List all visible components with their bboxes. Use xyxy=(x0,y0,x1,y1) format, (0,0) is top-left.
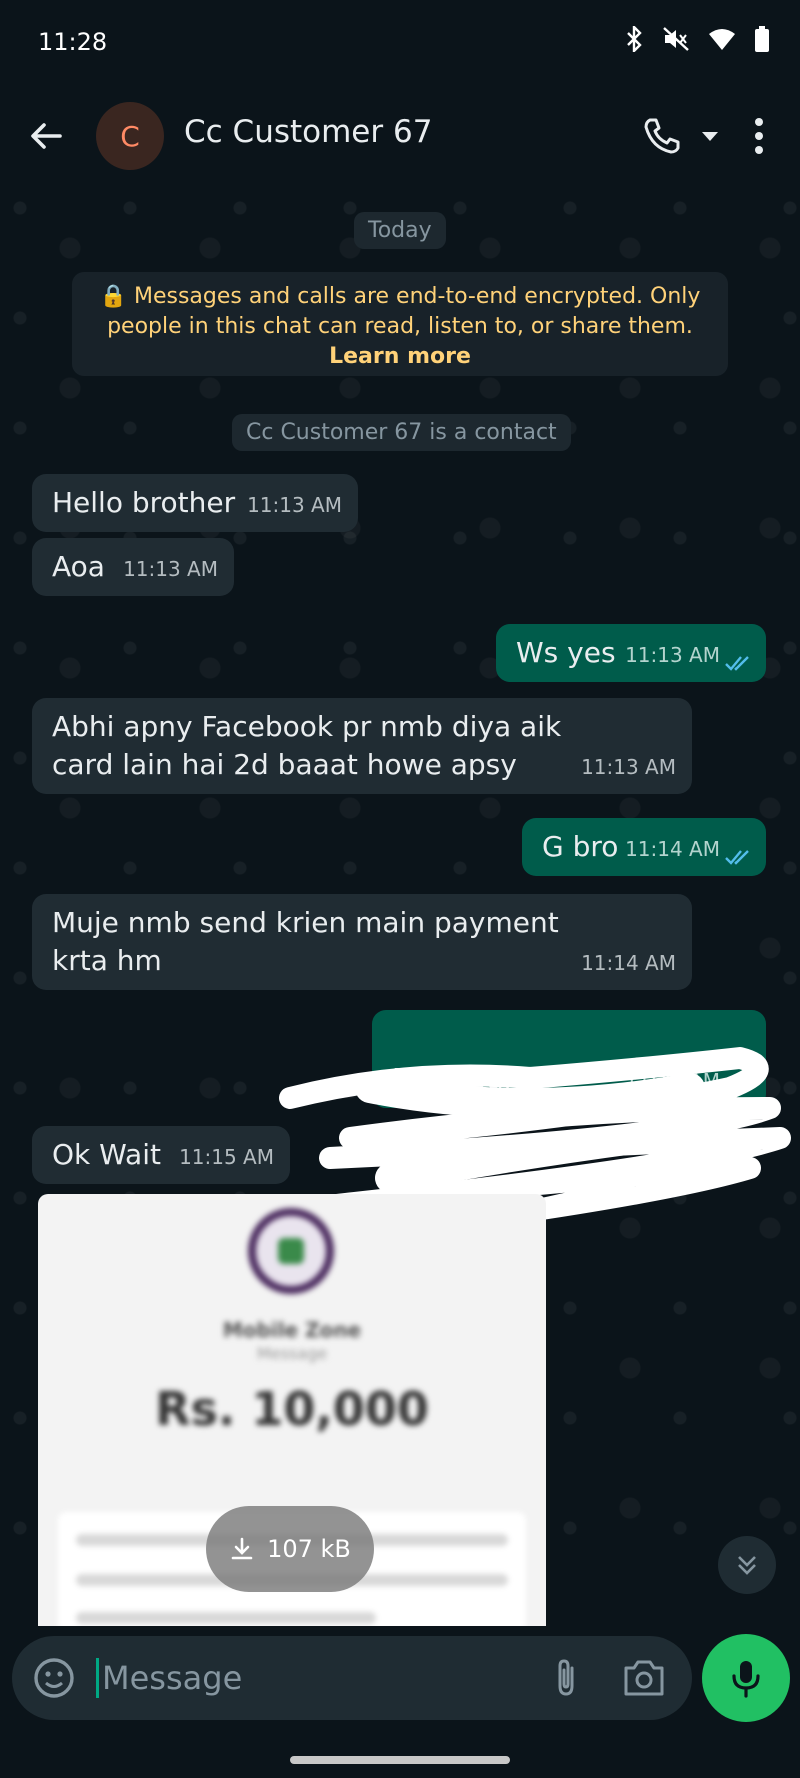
message-time: 11:13 AM xyxy=(123,557,218,581)
message-time: 11:13 AM xyxy=(581,755,676,779)
download-icon xyxy=(231,1537,253,1560)
paperclip-icon[interactable] xyxy=(544,1656,588,1700)
double-chevron-down-icon xyxy=(738,1556,756,1575)
message-bubble[interactable]: Ws yes 11:13 AM xyxy=(496,624,766,682)
double-check-icon xyxy=(725,850,749,865)
mic-button[interactable] xyxy=(702,1634,790,1722)
composer[interactable] xyxy=(12,1636,692,1720)
message-text: Aoa xyxy=(52,550,105,583)
message-text: Ok Wait xyxy=(52,1138,161,1171)
encryption-notice[interactable]: 🔒 Messages and calls are end-to-end encr… xyxy=(72,272,728,376)
shop-logo xyxy=(248,1208,334,1294)
input-bar xyxy=(0,1628,800,1778)
contact-name[interactable]: Cc Customer 67 xyxy=(184,114,432,150)
message-text: Abhi apny Facebook pr nmb diya aik card … xyxy=(52,710,562,781)
message-bubble[interactable]: G bro 11:14 AM xyxy=(522,818,766,876)
message-bubble[interactable]: Muje nmb send krien main payment krta hm… xyxy=(32,894,692,990)
shop-subtitle: Message xyxy=(256,1344,328,1363)
encryption-text: Messages and calls are end-to-end encryp… xyxy=(107,284,701,339)
back-arrow-icon[interactable] xyxy=(26,116,66,156)
avatar[interactable]: C xyxy=(96,102,164,170)
message-time: 11:14 AM xyxy=(581,951,676,975)
chevron-down-icon[interactable] xyxy=(696,122,724,150)
chat-header: C Cc Customer 67 xyxy=(0,92,800,188)
message-bubble[interactable]: Hello brother 11:13 AM xyxy=(32,474,358,532)
mute-icon xyxy=(663,27,689,51)
message-bubble[interactable]: Abhi apny Facebook pr nmb diya aik card … xyxy=(32,698,692,794)
learn-more-link[interactable]: Learn more xyxy=(90,342,710,372)
status-icons xyxy=(624,26,770,52)
more-vert-icon[interactable] xyxy=(748,114,770,158)
lock-icon: 🔒 xyxy=(99,284,127,309)
message-bubble[interactable]: Aoa 11:13 AM xyxy=(32,538,234,596)
status-bar: 11:28 xyxy=(0,0,800,92)
battery-icon xyxy=(755,26,769,52)
mic-icon xyxy=(732,1661,760,1698)
message-time: 11:13 AM xyxy=(625,643,720,667)
message-time: 11:15 AM xyxy=(179,1145,274,1169)
phone-icon[interactable] xyxy=(640,114,684,158)
message-text: Ws yes xyxy=(516,636,616,669)
chat-area[interactable]: Today 🔒 Messages and calls are end-to-en… xyxy=(0,188,800,1628)
message-input[interactable] xyxy=(102,1650,522,1706)
message-bubble[interactable]: Ok Wait 11:15 AM xyxy=(32,1126,290,1184)
sticker-emoji-icon[interactable] xyxy=(30,1654,78,1702)
shop-name: Mobile Zone xyxy=(222,1318,362,1342)
download-size: 107 kB xyxy=(267,1535,351,1563)
status-time: 11:28 xyxy=(38,28,108,56)
message-time: 11:14 AM xyxy=(625,837,720,861)
text-cursor xyxy=(96,1658,99,1698)
contact-notice: Cc Customer 67 is a contact xyxy=(232,414,571,451)
camera-icon[interactable] xyxy=(620,1656,668,1700)
bluetooth-icon xyxy=(627,26,642,52)
payment-amount: Rs. 10,000 xyxy=(155,1382,429,1436)
download-button[interactable]: 107 kB xyxy=(206,1506,374,1592)
wifi-icon xyxy=(709,29,735,50)
date-pill: Today xyxy=(354,212,446,249)
message-time: 11:13 AM xyxy=(247,493,342,517)
double-check-icon xyxy=(725,656,749,671)
message-text: Hello brother xyxy=(52,486,236,519)
message-text: Muje nmb send krien main payment krta hm xyxy=(52,906,559,977)
message-text: G bro xyxy=(542,830,619,863)
home-indicator[interactable] xyxy=(290,1756,510,1764)
scroll-down-button[interactable] xyxy=(718,1536,776,1594)
